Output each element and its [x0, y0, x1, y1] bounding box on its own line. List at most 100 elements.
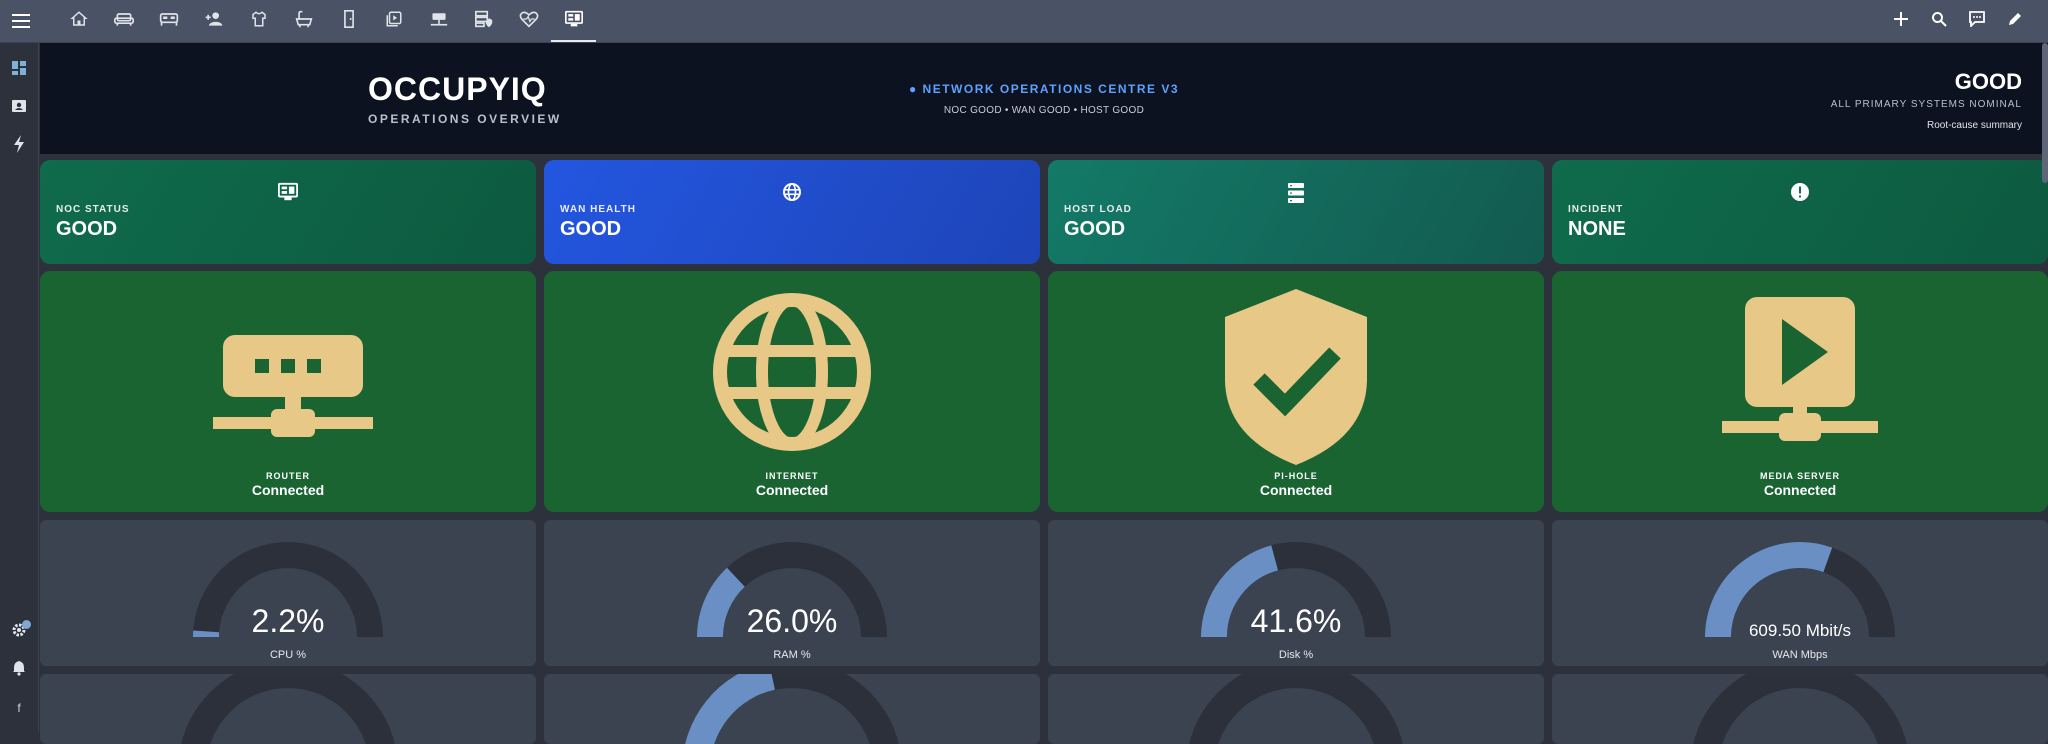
- add-button[interactable]: [1882, 0, 1920, 42]
- root-cause-link[interactable]: Root-cause summary: [1831, 120, 2022, 131]
- monitor-dashboard-icon: [40, 182, 536, 202]
- gauge-card-partial[interactable]: [1048, 674, 1544, 744]
- device-state: Connected: [40, 482, 536, 498]
- plus-icon: [1894, 12, 1908, 31]
- sidebar-item-user[interactable]: f: [4, 693, 34, 723]
- partial-gauge: [1552, 674, 2048, 744]
- device-card-internet[interactable]: INTERNET Connected: [544, 271, 1040, 512]
- menu-icon[interactable]: [6, 6, 36, 36]
- device-card-router[interactable]: ROUTER Connected: [40, 271, 536, 512]
- people-icon: [204, 10, 224, 33]
- play-box-icon: [385, 10, 403, 33]
- sidebar-item-dashboard[interactable]: [4, 55, 34, 85]
- gauge-card-disk[interactable]: 41.6% Disk %: [1048, 520, 1544, 666]
- summary-card-noc[interactable]: NOC STATUS GOOD: [40, 160, 536, 264]
- dashboard-main: OCCUPYIQ OPERATIONS OVERVIEW ● NETWORK O…: [40, 43, 2048, 732]
- device-card-pihole[interactable]: PI-HOLE Connected: [1048, 271, 1544, 512]
- notification-badge: [22, 620, 31, 629]
- summary-value: GOOD: [56, 218, 117, 241]
- gauge-label: CPU %: [40, 649, 536, 661]
- ram-gauge: [544, 520, 1040, 666]
- server-shield-icon: [474, 10, 494, 33]
- dashboard-icon: [11, 60, 27, 81]
- summary-value: GOOD: [1064, 218, 1125, 241]
- bed-icon: [159, 10, 179, 33]
- bell-icon: [12, 660, 26, 681]
- home-icon: [70, 10, 88, 33]
- tab-laundry[interactable]: [236, 0, 281, 42]
- summary-value: GOOD: [560, 218, 621, 241]
- scrollbar[interactable]: [2042, 43, 2048, 183]
- tab-network[interactable]: [416, 0, 461, 42]
- edit-button[interactable]: [1996, 0, 2034, 42]
- noc-summary: ● NETWORK OPERATIONS CENTRE V3 NOC GOOD …: [40, 82, 2048, 116]
- gauge-card-partial[interactable]: [40, 674, 536, 744]
- heart-pulse-icon: [519, 10, 539, 33]
- search-button[interactable]: [1920, 0, 1958, 42]
- gauge-card-wan[interactable]: 609.50 Mbit/s WAN Mbps: [1552, 520, 2048, 666]
- globe-icon: [544, 182, 1040, 202]
- sidebar-item-settings[interactable]: [4, 617, 34, 647]
- badge-icon: [11, 98, 27, 119]
- tab-bathroom[interactable]: [281, 0, 326, 42]
- partial-gauge: [1048, 674, 1544, 744]
- noc-title: ● NETWORK OPERATIONS CENTRE V3: [40, 82, 2048, 96]
- gauge-value: 2.2%: [40, 603, 536, 640]
- gauge-label: RAM %: [544, 649, 1040, 661]
- tab-door[interactable]: [326, 0, 371, 42]
- pencil-icon: [2007, 11, 2023, 32]
- shield-check-icon: [1048, 287, 1544, 467]
- partial-gauge: [40, 674, 536, 744]
- gauge-value: 609.50 Mbit/s: [1552, 621, 2048, 641]
- sidebar-item-notifications[interactable]: [4, 655, 34, 685]
- device-name: INTERNET: [544, 471, 1040, 481]
- device-state: Connected: [544, 482, 1040, 498]
- play-network-icon: [1552, 287, 2048, 457]
- partial-gauge: [544, 674, 1040, 744]
- device-name: PI-HOLE: [1048, 471, 1544, 481]
- gauge-label: WAN Mbps: [1552, 649, 2048, 661]
- user-initial: f: [17, 701, 20, 715]
- door-icon: [341, 10, 357, 33]
- cpu-gauge: [40, 520, 536, 666]
- gauge-card-partial[interactable]: [544, 674, 1040, 744]
- summary-label: INCIDENT: [1568, 204, 1623, 215]
- network-switch-icon: [429, 10, 449, 33]
- server-icon: [1048, 182, 1544, 204]
- gauge-card-cpu[interactable]: 2.2% CPU %: [40, 520, 536, 666]
- summary-card-incident[interactable]: INCIDENT NONE: [1552, 160, 2048, 264]
- tab-noc-dashboard[interactable]: [551, 0, 596, 42]
- monitor-dashboard-icon: [564, 10, 584, 33]
- summary-card-wan[interactable]: WAN HEALTH GOOD: [544, 160, 1040, 264]
- tab-servers[interactable]: [461, 0, 506, 42]
- tab-bedroom[interactable]: [146, 0, 191, 42]
- shirt-icon: [250, 10, 268, 33]
- sidebar-item-profile[interactable]: [4, 93, 34, 123]
- gauge-card-ram[interactable]: 26.0% RAM %: [544, 520, 1040, 666]
- device-card-media-server[interactable]: MEDIA SERVER Connected: [1552, 271, 2048, 512]
- view-tabs: [56, 0, 596, 42]
- header-banner: OCCUPYIQ OPERATIONS OVERVIEW ● NETWORK O…: [40, 43, 2048, 154]
- gauge-value: 26.0%: [544, 603, 1040, 640]
- tab-health[interactable]: [506, 0, 551, 42]
- toolbar-actions: [1882, 0, 2034, 42]
- summary-label: HOST LOAD: [1064, 204, 1132, 215]
- tab-living-room[interactable]: [101, 0, 146, 42]
- summary-value: NONE: [1568, 218, 1626, 241]
- assist-button[interactable]: [1958, 0, 1996, 42]
- top-toolbar: [0, 0, 2048, 43]
- bathtub-icon: [294, 10, 314, 33]
- noc-subtitle: NOC GOOD • WAN GOOD • HOST GOOD: [40, 105, 2048, 116]
- gauge-card-partial[interactable]: [1552, 674, 2048, 744]
- status-subtitle: ALL PRIMARY SYSTEMS NOMINAL: [1831, 99, 2022, 110]
- tab-home[interactable]: [56, 0, 101, 42]
- summary-card-host[interactable]: HOST LOAD GOOD: [1048, 160, 1544, 264]
- sidebar: f: [0, 43, 39, 732]
- summary-label: WAN HEALTH: [560, 204, 636, 215]
- tab-media[interactable]: [371, 0, 416, 42]
- tab-people[interactable]: [191, 0, 236, 42]
- overall-status: GOOD ALL PRIMARY SYSTEMS NOMINAL Root-ca…: [1831, 69, 2022, 131]
- summary-label: NOC STATUS: [56, 204, 130, 215]
- device-name: MEDIA SERVER: [1552, 471, 2048, 481]
- sidebar-item-energy[interactable]: [4, 131, 34, 161]
